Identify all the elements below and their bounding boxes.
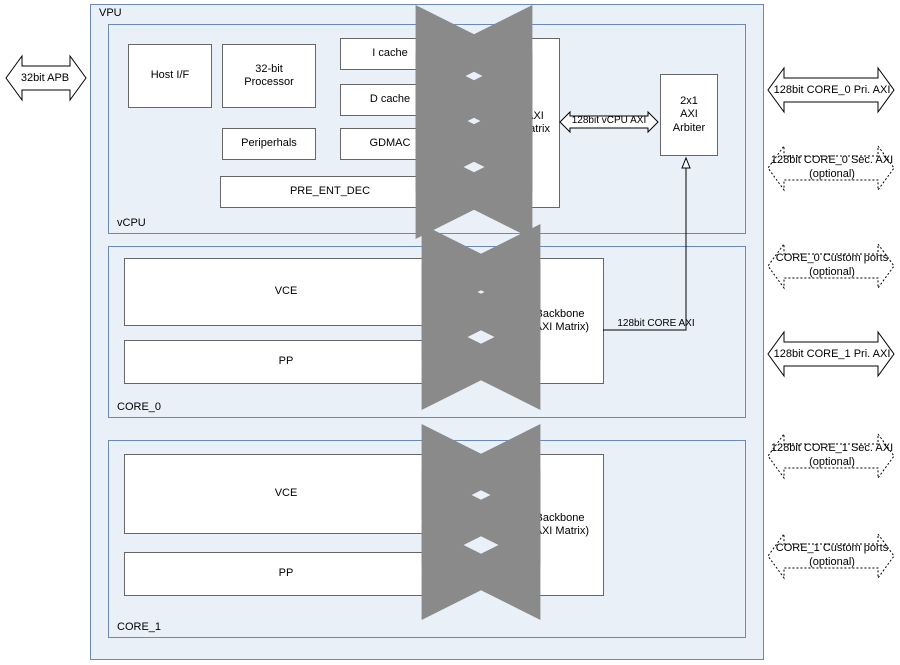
arrow-core0-vce-b [446, 300, 516, 324]
icache-box: I cache [340, 38, 440, 70]
arrow-core1-vce-a [446, 460, 516, 484]
ext-c1-pri-label: 128bit CORE_1 Pri. AXI [770, 348, 894, 362]
core0-to-arbiter [602, 154, 702, 334]
core0-pp-box: PP [124, 340, 448, 384]
ext-c1-sec-label: 128bit CORE_1 Sec. AXI (optional) [770, 442, 894, 470]
core1-backbone-l2: (AXI Matrix) [531, 525, 589, 538]
ext-c0-pri-label: 128bit CORE_0 Pri. AXI [770, 84, 894, 98]
core0-backbone-l2: (AXI Matrix) [531, 321, 589, 334]
core0-backbone-box: Backbone (AXI Matrix) [516, 258, 604, 384]
vcpu-title: vCPU [117, 217, 146, 229]
ext-c0-sec-label: 128bit CORE_0 Sec. AXI (optional) [770, 154, 894, 182]
core1-pp-box: PP [124, 552, 448, 596]
ext-c1-custom-label: CORE_1 Custom ports (optional) [770, 542, 894, 570]
ext-c1-custom-l2: (optional) [809, 556, 855, 568]
processor-box: 32-bit Processor [222, 44, 316, 108]
core0-vce-box: VCE [124, 258, 448, 326]
ext-c0-custom-l2: (optional) [809, 266, 855, 278]
core0-axi-label: 128bit CORE AXI [608, 318, 704, 331]
arrow-icache-axi [438, 41, 510, 65]
arrow-core1-vce-b [446, 506, 516, 530]
ext-c1-sec-l2: (optional) [809, 456, 855, 468]
core1-title: CORE_1 [117, 621, 161, 633]
ext-c1-sec-l1: 128bit CORE_1 Sec. AXI [771, 442, 893, 454]
core1-backbone-l1: Backbone [531, 512, 589, 525]
arrow-core1-pp [446, 560, 516, 584]
peripherals-box: Periperhals [222, 128, 316, 160]
core1-backbone-box: Backbone (AXI Matrix) [516, 454, 604, 596]
arrow-core0-vce-a [446, 260, 516, 284]
arrow-core0-pp [446, 350, 516, 374]
ext-apb-label: 32bit APB [6, 72, 84, 86]
core0-title: CORE_0 [117, 401, 161, 413]
arrow-dcache-axi [438, 87, 510, 111]
pre-ent-dec-box: PRE_ENT_DEC [220, 176, 440, 208]
ext-c0-custom-l1: CORE_0 Custom ports [776, 252, 888, 264]
dcache-box: D cache [340, 84, 440, 116]
ext-c0-sec-l1: 128bit CORE_0 Sec. AXI [771, 154, 893, 166]
arrow-predec-axi [438, 179, 510, 203]
axi-arbiter-box: 2x1 AXI Arbiter [660, 74, 718, 156]
ext-c0-sec-l2: (optional) [809, 168, 855, 180]
gdmac-box: GDMAC [340, 128, 440, 160]
host-if-box: Host I/F [128, 44, 212, 108]
ext-c0-custom-label: CORE_0 Custom ports (optional) [770, 252, 894, 280]
arrow-gdmac-axi [438, 131, 510, 155]
core0-backbone-l1: Backbone [531, 308, 589, 321]
vcpu-axi-label: 128bit vCPU AXI [562, 115, 656, 128]
core1-vce-box: VCE [124, 454, 448, 534]
axi-matrix-box: AXI Matrix [510, 38, 560, 208]
vpu-title: VPU [99, 7, 122, 19]
ext-c1-custom-l1: CORE_1 Custom ports [776, 542, 888, 554]
